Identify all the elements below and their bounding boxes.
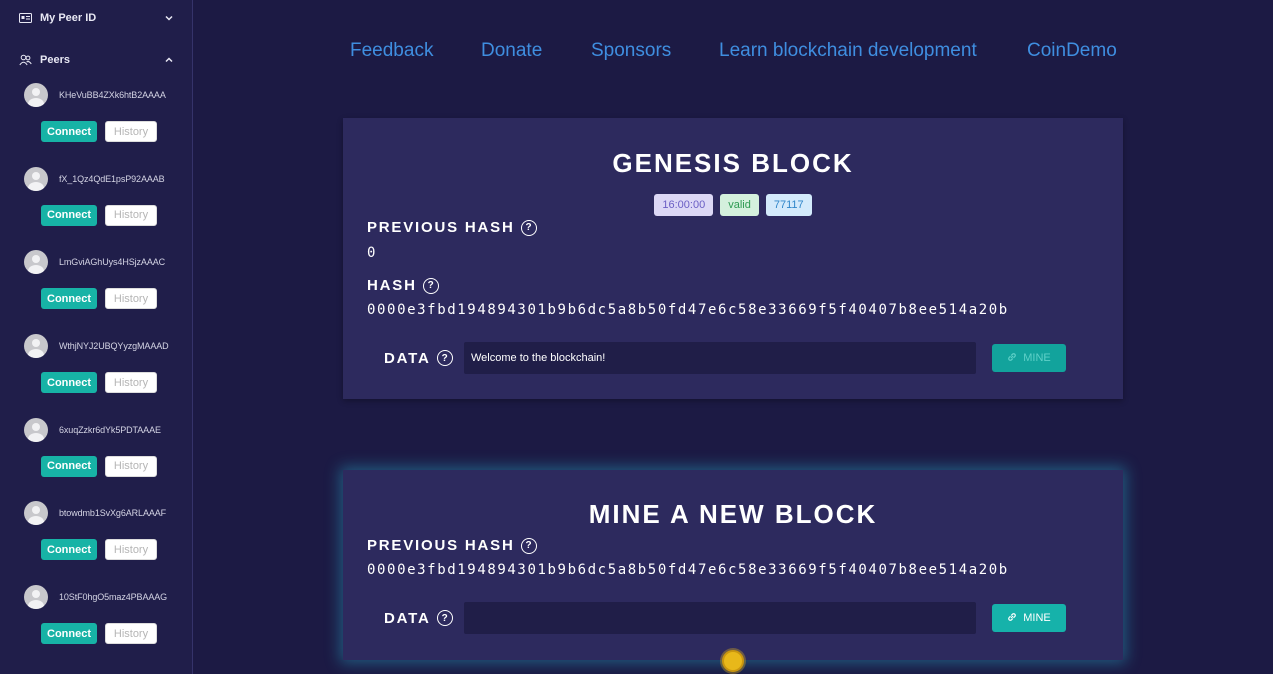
peer-id: 6xuqZzkr6dYk5PDTAAAE — [59, 424, 161, 435]
connect-button[interactable]: Connect — [41, 539, 97, 561]
mine-new-block-card: MINE A NEW BLOCK PREVIOUS HASH ? 0000e3f… — [343, 470, 1123, 660]
id-card-icon — [18, 11, 32, 25]
help-icon[interactable]: ? — [520, 219, 537, 236]
avatar — [24, 250, 48, 275]
data-field[interactable]: Welcome to the blockchain! — [464, 342, 976, 374]
help-icon[interactable]: ? — [520, 537, 537, 554]
block-badges: 16:00:00 valid 77117 — [343, 194, 1123, 216]
help-icon[interactable]: ? — [436, 610, 453, 626]
connect-button[interactable]: Connect — [41, 455, 97, 477]
donate-link[interactable]: Donate — [481, 40, 542, 62]
peer-id: KHeVuBB4ZXk6htB2AAAA — [59, 90, 166, 100]
history-button[interactable]: History — [105, 623, 157, 645]
learn-blockchain-link[interactable]: Learn blockchain development — [719, 40, 977, 62]
help-icon[interactable]: ? — [422, 277, 439, 294]
mine-label: MINE — [1023, 352, 1051, 364]
history-button[interactable]: History — [105, 372, 157, 394]
peer-id: fX_1Qz4QdE1psP92AAAB — [59, 173, 165, 184]
data-row: DATA ? Welcome to the blockchain! MINE — [384, 342, 1066, 374]
connect-button[interactable]: Connect — [41, 623, 97, 645]
history-button[interactable]: History — [105, 121, 157, 142]
history-button[interactable]: History — [105, 539, 157, 561]
chevron-down-icon — [164, 13, 174, 23]
peer-item: WthjNYJ2UBQYyzgMAAAD Connect History — [0, 330, 192, 414]
avatar — [24, 83, 48, 107]
peer-id: btowdmb1SvXg6ARLAAAF — [59, 508, 167, 519]
data-label-text: DATA — [384, 609, 431, 627]
peer-item: LmGviAGhUys4HSjzAAAC Connect History — [0, 246, 192, 330]
status-badge: valid — [720, 194, 759, 216]
nonce-badge: 77117 — [765, 194, 812, 216]
previous-hash-label-text: PREVIOUS HASH — [367, 219, 515, 236]
mine-label: MINE — [1023, 612, 1051, 624]
connect-button[interactable]: Connect — [41, 372, 97, 394]
previous-hash-label: PREVIOUS HASH ? — [367, 537, 537, 554]
history-button[interactable]: History — [105, 288, 157, 310]
feedback-link[interactable]: Feedback — [350, 40, 433, 62]
link-icon — [1007, 352, 1017, 365]
previous-hash-value: 0000e3fbd194894301b9b6dc5a8b50fd47e6c58e… — [367, 562, 1009, 578]
connect-button[interactable]: Connect — [41, 121, 97, 142]
sidebar: My Peer ID Peers KHeVuBB4ZXk6htB2AAAA Co… — [0, 0, 193, 674]
history-button[interactable]: History — [105, 204, 157, 226]
previous-hash-label-text: PREVIOUS HASH — [367, 537, 515, 554]
window-edge — [1273, 0, 1279, 674]
hash-label-text: HASH — [367, 277, 417, 294]
data-label: DATA ? — [384, 350, 464, 367]
avatar — [24, 166, 48, 191]
peers-label: Peers — [40, 54, 70, 66]
hash-label: HASH ? — [367, 277, 439, 294]
peer-item: btowdmb1SvXg6ARLAAAF Connect History — [0, 497, 192, 581]
previous-hash-value: 0 — [367, 245, 378, 261]
card-title: GENESIS BLOCK — [612, 148, 854, 178]
link-icon — [1007, 612, 1017, 625]
hash-value: 0000e3fbd194894301b9b6dc5a8b50fd47e6c58e… — [367, 302, 1009, 318]
my-peer-id-label: My Peer ID — [40, 12, 97, 24]
connect-button[interactable]: Connect — [41, 288, 97, 310]
history-button[interactable]: History — [105, 455, 157, 477]
peers-header[interactable]: Peers — [0, 42, 192, 78]
peer-item: 10StF0hgO5maz4PBAAAG Connect History — [0, 581, 192, 665]
avatar — [24, 501, 48, 526]
timestamp-badge: 16:00:00 — [654, 194, 714, 216]
data-label: DATA ? — [384, 610, 464, 627]
coindemo-link[interactable]: CoinDemo — [1027, 40, 1117, 62]
avatar — [24, 585, 48, 610]
avatar — [24, 417, 48, 442]
chevron-up-icon — [164, 55, 174, 65]
data-field[interactable] — [464, 602, 976, 634]
card-title: MINE A NEW BLOCK — [588, 499, 878, 529]
mine-button[interactable]: MINE — [992, 604, 1066, 632]
connect-button[interactable]: Connect — [41, 204, 97, 226]
peer-id: LmGviAGhUys4HSjzAAAC — [59, 257, 166, 268]
sponsors-link[interactable]: Sponsors — [591, 40, 671, 62]
peer-id: 10StF0hgO5maz4PBAAAG — [59, 592, 168, 603]
mine-button[interactable]: MINE — [992, 344, 1066, 372]
peer-id: WthjNYJ2UBQYyzgMAAAD — [59, 341, 169, 352]
peer-item: 6xuqZzkr6dYk5PDTAAAE Connect History — [0, 414, 192, 498]
genesis-block-card: GENESIS BLOCK 16:00:00 valid 77117 PREVI… — [343, 118, 1123, 399]
peer-item: KHeVuBB4ZXk6htB2AAAA Connect History — [0, 79, 192, 163]
peer-item: fX_1Qz4QdE1psP92AAAB Connect History — [0, 163, 192, 247]
previous-hash-label: PREVIOUS HASH ? — [367, 219, 537, 236]
data-row: DATA ? MINE — [384, 602, 1066, 634]
data-label-text: DATA — [384, 349, 431, 367]
peer-list: KHeVuBB4ZXk6htB2AAAA Connect History fX_… — [0, 79, 192, 665]
help-icon[interactable]: ? — [436, 350, 453, 366]
mouse-cursor-indicator — [722, 650, 744, 672]
my-peer-id-header[interactable]: My Peer ID — [0, 0, 192, 36]
avatar — [24, 334, 48, 359]
peers-icon — [18, 53, 32, 67]
